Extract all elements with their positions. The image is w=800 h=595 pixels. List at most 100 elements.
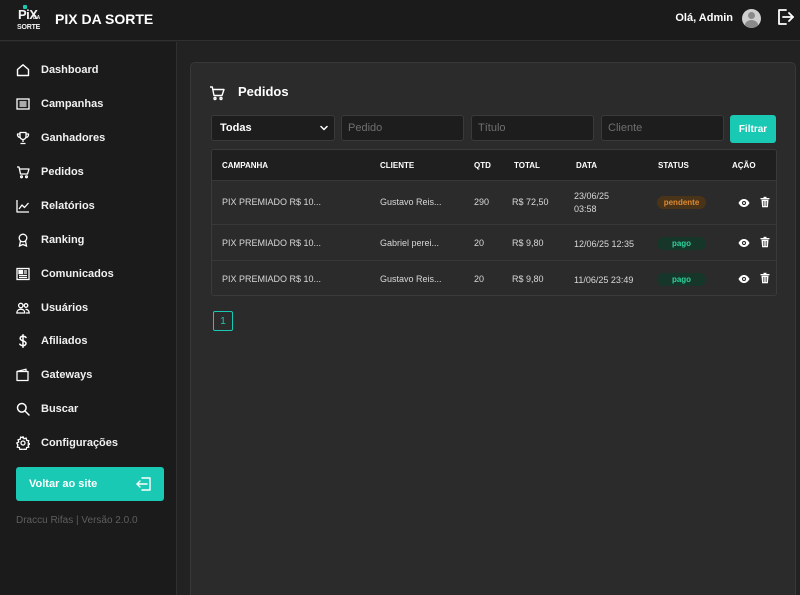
sidebar-item-afiliados[interactable]: Afiliados xyxy=(16,331,166,351)
column-header-qtd[interactable]: QTD xyxy=(474,161,491,170)
sidebar-item-label: Dashboard xyxy=(41,64,99,76)
gear-icon xyxy=(16,436,30,450)
sidebar-item-label: Gateways xyxy=(41,369,93,381)
sidebar-item-dashboard[interactable]: Dashboard xyxy=(16,60,166,80)
trophy-icon xyxy=(16,131,30,145)
delete-button[interactable] xyxy=(759,272,771,284)
cell-data-date: 11/06/25 23:49 xyxy=(574,275,634,285)
status-badge: pago xyxy=(657,273,706,286)
cart-icon xyxy=(17,166,30,179)
home-icon xyxy=(16,64,30,77)
sidebar-item-label: Buscar xyxy=(41,403,79,415)
eye-icon xyxy=(738,239,750,247)
table-row: PIX PREMIADO R$ 10... Gabriel perei... 2… xyxy=(212,224,776,260)
delete-button[interactable] xyxy=(759,196,771,208)
sidebar-item-label: Ganhadores xyxy=(41,132,106,144)
back-to-site-button[interactable]: Voltar ao site xyxy=(16,467,164,501)
cell-total: R$ 9,80 xyxy=(512,274,544,284)
trash-icon xyxy=(760,196,770,208)
sidebar-item-ganhadores[interactable]: Ganhadores xyxy=(16,128,166,148)
view-button[interactable] xyxy=(738,197,750,209)
sidebar-item-label: Comunicados xyxy=(41,268,114,280)
sidebar-item-pedidos[interactable]: Pedidos xyxy=(16,162,166,182)
cell-qtd: 290 xyxy=(474,197,490,207)
view-button[interactable] xyxy=(738,237,750,249)
list-icon xyxy=(16,98,30,110)
cliente-input[interactable] xyxy=(601,115,724,141)
filter-button[interactable]: Filtrar xyxy=(730,115,776,143)
column-header-status[interactable]: STATUS xyxy=(658,161,689,170)
column-header-total[interactable]: TOTAL xyxy=(514,161,540,170)
brand-logo[interactable]: PiX DA SORTE xyxy=(16,5,44,35)
chart-line-icon xyxy=(16,200,29,213)
search-icon xyxy=(16,402,30,416)
status-select[interactable]: Todas xyxy=(211,115,335,141)
orders-panel: Pedidos Todas Filtrar CAMPANHA CLIENTE Q… xyxy=(190,62,796,595)
titulo-input[interactable] xyxy=(471,115,594,141)
sidebar: Dashboard Campanhas Ganhadores Pedidos R… xyxy=(0,42,177,595)
avatar[interactable] xyxy=(742,9,761,28)
status-badge: pago xyxy=(657,237,706,250)
cell-cliente: Gustavo Reis... xyxy=(380,274,442,284)
sidebar-item-label: Ranking xyxy=(41,234,85,246)
brand-title: PIX DA SORTE xyxy=(55,11,154,27)
sidebar-item-buscar[interactable]: Buscar xyxy=(16,399,166,419)
sidebar-item-label: Configurações xyxy=(41,437,119,449)
sidebar-item-label: Pedidos xyxy=(41,166,84,178)
dollar-icon xyxy=(19,334,27,348)
cart-icon xyxy=(210,86,225,101)
cell-data: 12/06/25 12:35 xyxy=(574,238,634,251)
view-button[interactable] xyxy=(738,273,750,285)
table-row: PIX PREMIADO R$ 10... Gustavo Reis... 20… xyxy=(212,260,776,295)
column-header-acao: AÇÃO xyxy=(732,161,756,170)
chevron-down-icon xyxy=(320,125,328,131)
version-text: Draccu Rifas | Versão 2.0.0 xyxy=(16,515,138,526)
cell-campanha[interactable]: PIX PREMIADO R$ 10... xyxy=(222,274,322,284)
cell-campanha[interactable]: PIX PREMIADO R$ 10... xyxy=(222,238,322,248)
column-header-cliente[interactable]: CLIENTE xyxy=(380,161,414,170)
sidebar-item-usuarios[interactable]: Usuários xyxy=(16,298,166,318)
column-header-data[interactable]: DATA xyxy=(576,161,597,170)
sidebar-item-label: Campanhas xyxy=(41,98,104,110)
cell-qtd: 20 xyxy=(474,238,485,248)
sidebar-item-label: Relatórios xyxy=(41,200,95,212)
medal-icon xyxy=(18,233,28,247)
table-row: PIX PREMIADO R$ 10... Gustavo Reis... 29… xyxy=(212,180,776,224)
sidebar-item-comunicados[interactable]: Comunicados xyxy=(16,264,166,284)
newspaper-icon xyxy=(16,267,30,281)
cell-campanha[interactable]: PIX PREMIADO R$ 10... xyxy=(222,197,322,207)
cell-cliente: Gabriel perei... xyxy=(380,238,440,248)
orders-table: CAMPANHA CLIENTE QTD TOTAL DATA STATUS A… xyxy=(211,149,777,296)
trash-icon xyxy=(760,272,770,284)
pedido-input[interactable] xyxy=(341,115,464,141)
cell-qtd: 20 xyxy=(474,274,485,284)
sidebar-item-label: Afiliados xyxy=(41,335,88,347)
sidebar-item-configuracoes[interactable]: Configurações xyxy=(16,433,166,453)
cell-data: 23/06/25 03:58 xyxy=(574,190,609,216)
sidebar-item-campanhas[interactable]: Campanhas xyxy=(16,94,166,114)
logo-text-sorte: SORTE xyxy=(17,24,41,31)
status-badge: pendente xyxy=(657,196,706,209)
eye-icon xyxy=(738,199,750,207)
wallet-icon xyxy=(16,368,29,382)
sidebar-item-relatorios[interactable]: Relatórios xyxy=(16,196,166,216)
pagination-page-button[interactable]: 1 xyxy=(213,311,233,331)
logout-icon[interactable] xyxy=(776,8,794,26)
sidebar-item-gateways[interactable]: Gateways xyxy=(16,365,166,385)
trash-icon xyxy=(760,236,770,248)
status-select-value: Todas xyxy=(220,122,252,134)
cell-data-time: 03:58 xyxy=(574,204,597,214)
cell-data: 11/06/25 23:49 xyxy=(574,274,633,287)
cell-data-date: 12/06/25 12:35 xyxy=(574,239,635,249)
sidebar-item-ranking[interactable]: Ranking xyxy=(16,230,166,250)
column-header-campanha[interactable]: CAMPANHA xyxy=(222,161,268,170)
top-bar: PiX DA SORTE PIX DA SORTE Olá, Admin xyxy=(0,0,800,41)
back-to-site-label: Voltar ao site xyxy=(29,478,98,490)
sidebar-item-label: Usuários xyxy=(41,302,89,314)
table-header: CAMPANHA CLIENTE QTD TOTAL DATA STATUS A… xyxy=(212,150,776,180)
users-icon xyxy=(16,302,30,314)
page-title: Pedidos xyxy=(238,84,289,99)
logo-text-da: DA xyxy=(33,15,41,21)
delete-button[interactable] xyxy=(759,236,771,248)
eye-icon xyxy=(738,275,750,283)
